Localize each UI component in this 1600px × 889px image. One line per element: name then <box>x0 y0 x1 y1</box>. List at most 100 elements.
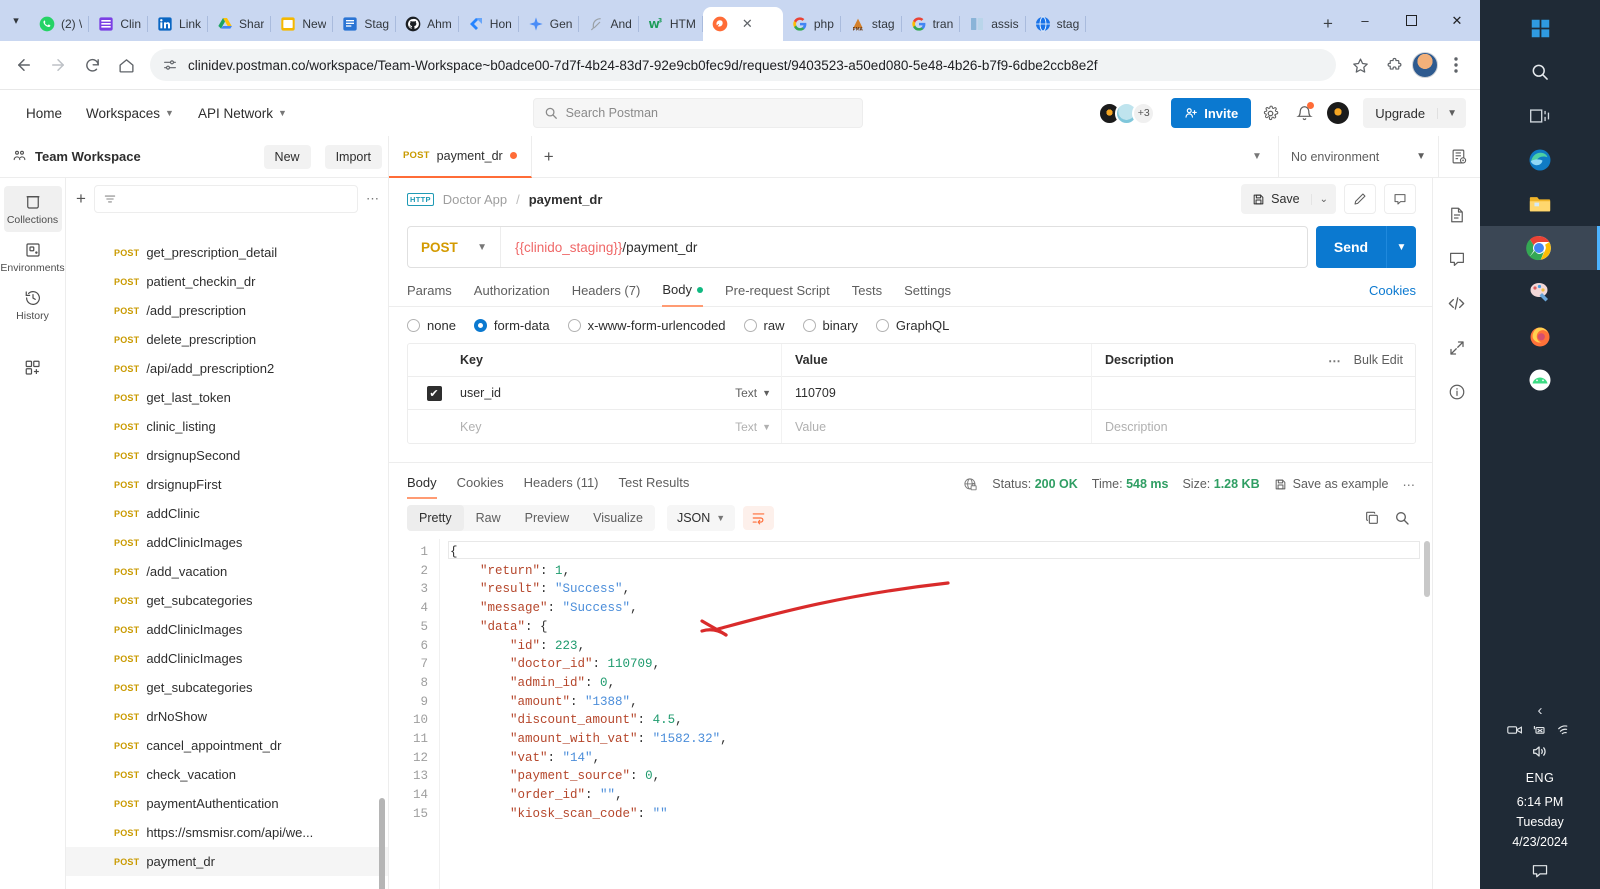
url-input[interactable]: {{clinido_staging}}/payment_dr <box>500 227 1307 267</box>
add-request-tab-button[interactable]: + <box>532 147 566 167</box>
list-item[interactable]: POSTcancel_appointment_dr <box>66 731 388 760</box>
list-item[interactable]: POSTdrsignupFirst <box>66 470 388 499</box>
camera-icon[interactable] <box>1507 723 1523 737</box>
task-view-icon[interactable] <box>1480 94 1600 138</box>
response-tab-test-results[interactable]: Test Results <box>619 475 690 499</box>
browser-tab[interactable]: Ahm <box>396 7 459 41</box>
tray-expand-chevron-icon[interactable]: ‹ <box>1538 696 1543 721</box>
three-dots-icon[interactable]: ⋯ <box>1403 477 1417 492</box>
list-item[interactable]: POSTaddClinicImages <box>66 615 388 644</box>
sidebar-item-add-module[interactable] <box>4 352 62 383</box>
list-item[interactable]: POSTget_subcategories <box>66 586 388 615</box>
type-selector[interactable]: Text▼ <box>735 420 771 434</box>
file-explorer-icon[interactable] <box>1480 182 1600 226</box>
network-blocked-icon[interactable] <box>1532 723 1548 737</box>
browser-tab[interactable]: Stag <box>333 7 396 41</box>
save-options-chevron-icon[interactable]: ⌄ <box>1311 194 1336 205</box>
body-mode-none[interactable]: none <box>407 318 456 333</box>
home-icon[interactable] <box>110 49 142 81</box>
list-item[interactable]: POST/add_vacation <box>66 557 388 586</box>
maximize-button[interactable] <box>1388 0 1434 41</box>
list-item[interactable]: POSTcheck_vacation <box>66 760 388 789</box>
key-cell[interactable]: user_idText▼ <box>460 377 782 410</box>
code-snippet-icon[interactable] <box>1447 294 1466 313</box>
invite-button[interactable]: Invite <box>1171 98 1251 128</box>
save-as-example-button[interactable]: Save as example <box>1274 477 1389 491</box>
list-item[interactable]: POSTaddClinic <box>66 499 388 528</box>
close-icon[interactable]: ✕ <box>742 16 753 32</box>
tab-list-chevron-icon[interactable]: ▾ <box>2 0 30 41</box>
body-mode-GraphQL[interactable]: GraphQL <box>876 318 949 333</box>
paint-icon[interactable] <box>1480 270 1600 314</box>
browser-tab[interactable]: (2) \ <box>30 7 89 41</box>
browser-tab[interactable]: PMAstag <box>841 7 902 41</box>
body-mode-raw[interactable]: raw <box>744 318 785 333</box>
row-checkbox[interactable]: ✔ <box>408 386 460 401</box>
tab-headers-7[interactable]: Headers (7) <box>572 283 641 306</box>
new-button[interactable]: New <box>264 145 311 169</box>
list-item[interactable]: POSTclinic_listing <box>66 412 388 441</box>
nav-home[interactable]: Home <box>16 100 72 127</box>
list-item[interactable]: POSThttps://smsmisr.com/api/we... <box>66 818 388 847</box>
search-icon[interactable] <box>1394 510 1410 526</box>
view-mode-raw[interactable]: Raw <box>464 505 513 531</box>
avatar[interactable] <box>1412 52 1438 78</box>
clock-time[interactable]: 6:14 PM <box>1517 793 1564 811</box>
body-mode-x-www-form-urlencoded[interactable]: x-www-form-urlencoded <box>568 318 726 333</box>
method-selector[interactable]: POST ▼ <box>408 227 500 267</box>
collection-request-list[interactable]: POSTget_prescription_detailPOSTpatient_c… <box>66 220 388 889</box>
back-arrow-icon[interactable] <box>8 49 40 81</box>
view-mode-visualize[interactable]: Visualize <box>581 505 655 531</box>
volume-icon[interactable] <box>1531 744 1549 759</box>
sidebar-scrollbar[interactable] <box>379 798 385 889</box>
star-icon[interactable] <box>1344 49 1376 81</box>
expand-icon[interactable] <box>1448 339 1466 357</box>
checkbox-checked-icon[interactable]: ✔ <box>427 386 442 401</box>
environment-selector[interactable]: No environment ▼ <box>1278 136 1438 178</box>
browser-tab[interactable]: And <box>579 7 638 41</box>
response-body-code[interactable]: 123456789101112131415 { "return": 1, "re… <box>389 539 1432 889</box>
sidebar-item-collections[interactable]: Collections <box>4 186 62 232</box>
browser-tab[interactable]: Clin <box>89 7 148 41</box>
three-dots-icon[interactable]: ⋯ <box>366 191 380 207</box>
send-button[interactable]: Send <box>1316 226 1386 268</box>
documentation-icon[interactable] <box>1448 206 1466 224</box>
tab-pre-request-script[interactable]: Pre-request Script <box>725 283 830 306</box>
nav-workspaces[interactable]: Workspaces ▼ <box>76 100 184 127</box>
clock-day[interactable]: Tuesday <box>1516 813 1563 831</box>
pencil-icon[interactable] <box>1344 184 1376 214</box>
table-row[interactable]: ✔ user_idText▼110709 <box>408 377 1415 410</box>
comment-icon[interactable] <box>1384 184 1416 214</box>
gear-icon[interactable] <box>1255 98 1285 128</box>
chrome-icon[interactable] <box>1480 226 1600 270</box>
account-avatar-icon[interactable] <box>1323 98 1353 128</box>
list-item[interactable]: POSTdelete_prescription <box>66 325 388 354</box>
three-dots-icon[interactable]: ⋯ <box>1328 353 1342 368</box>
tab-overflow-chevron-icon[interactable]: ▼ <box>1236 136 1278 178</box>
json-code-area[interactable]: { "return": 1, "result": "Success", "mes… <box>439 539 1432 889</box>
radio-button[interactable] <box>803 319 816 332</box>
browser-tab[interactable]: php <box>783 7 841 41</box>
sidebar-item-history[interactable]: History <box>4 282 62 328</box>
value-cell[interactable]: 110709 <box>782 377 1092 410</box>
collaborator-avatars[interactable]: +3 <box>1098 102 1155 125</box>
response-format-selector[interactable]: JSON ▼ <box>667 505 735 531</box>
radio-button[interactable] <box>876 319 889 332</box>
list-item[interactable]: POSTpayment_dr <box>66 847 388 876</box>
tab-settings[interactable]: Settings <box>904 283 951 306</box>
plus-icon[interactable]: + <box>76 189 86 209</box>
language-indicator[interactable]: ENG <box>1526 771 1555 785</box>
view-mode-pretty[interactable]: Pretty <box>407 505 464 531</box>
environment-quick-look-icon[interactable] <box>1438 136 1480 178</box>
search-input[interactable]: Search Postman <box>533 98 863 128</box>
puzzle-icon[interactable] <box>1378 49 1410 81</box>
radio-button[interactable] <box>474 319 487 332</box>
android-studio-icon[interactable] <box>1480 358 1600 402</box>
response-tab-headers-11[interactable]: Headers (11) <box>524 475 599 499</box>
close-button[interactable]: ✕ <box>1434 0 1480 41</box>
list-item[interactable]: POST/add_prescription <box>66 296 388 325</box>
sidebar-item-environments[interactable]: Environments <box>4 234 62 280</box>
list-item[interactable]: POSTaddClinicImages <box>66 528 388 557</box>
tab-params[interactable]: Params <box>407 283 452 306</box>
list-item[interactable]: POSTpaymentAuthentication <box>66 789 388 818</box>
